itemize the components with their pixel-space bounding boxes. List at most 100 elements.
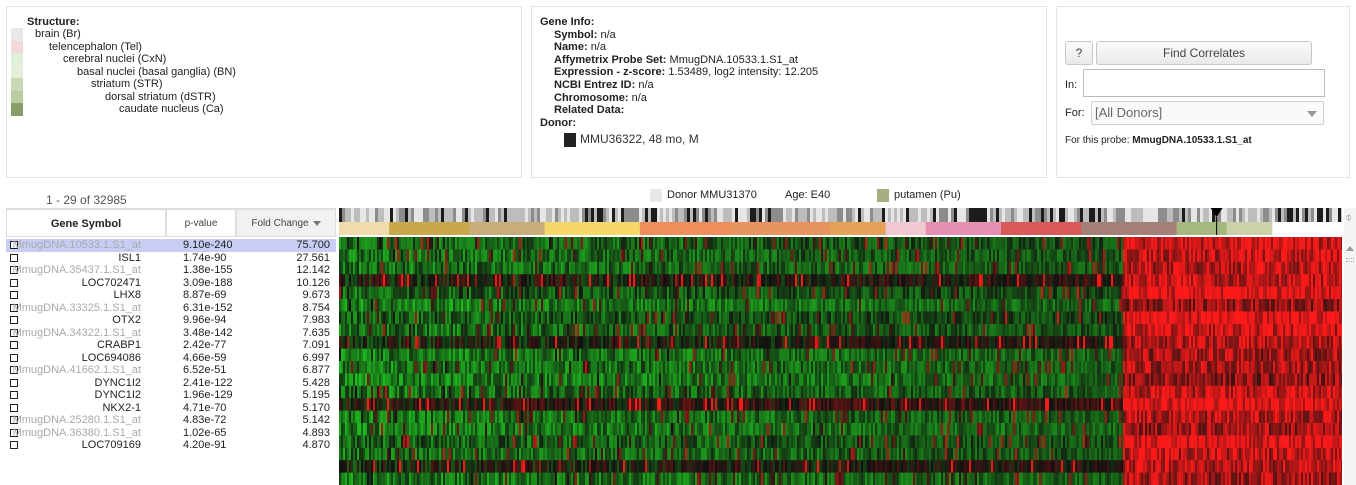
gene-symbol-cell[interactable]: LOC694086 xyxy=(82,352,141,365)
gene-symbol-cell[interactable]: LOC702471 xyxy=(82,277,141,290)
heatmap-cell xyxy=(465,323,467,337)
heatmap-cell xyxy=(1117,237,1119,250)
gene-symbol-cell[interactable]: LOC709169 xyxy=(82,439,141,452)
heatmap-cell xyxy=(359,249,361,263)
gene-symbol-cell[interactable]: OTX2 xyxy=(112,314,141,327)
row-checkbox[interactable] xyxy=(10,403,18,412)
donor-strip-cell xyxy=(1260,208,1263,222)
table-row[interactable]: MmugDNA.36380.1.S1_at 1.02e-65 4.893 xyxy=(6,427,336,440)
row-checkbox[interactable] xyxy=(10,353,18,362)
heatmap-cell xyxy=(1141,311,1143,325)
heatmap-cell xyxy=(461,336,463,349)
heatmap-cell xyxy=(1257,336,1259,349)
gene-symbol-cell[interactable]: NKX2-1 xyxy=(102,402,141,415)
heatmap-cell xyxy=(623,261,625,275)
find-correlates-button[interactable]: Find Correlates xyxy=(1096,41,1312,65)
in-structure-input[interactable] xyxy=(1083,69,1325,97)
table-row[interactable]: MmugDNA.33325.1.S1_at 6.31e-152 8.754 xyxy=(6,302,336,315)
table-row[interactable]: CRABP1 2.42e-77 7.091 xyxy=(6,339,336,352)
heatmap-cell xyxy=(1301,299,1303,312)
donor-strip-cell xyxy=(1140,208,1143,222)
row-checkbox[interactable] xyxy=(10,316,18,324)
gene-symbol-cell[interactable]: ISL1 xyxy=(118,252,141,265)
row-checkbox[interactable] xyxy=(10,278,18,287)
gene-symbol-cell[interactable]: MmugDNA.33325.1.S1_at xyxy=(13,302,141,315)
heatmap-cell xyxy=(943,274,945,287)
heatmap-cell xyxy=(1215,336,1217,349)
row-checkbox[interactable] xyxy=(10,378,18,387)
table-row[interactable]: MmugDNA.41662.1.S1_at 6.52e-51 6.877 xyxy=(6,364,336,377)
row-checkbox[interactable] xyxy=(10,291,18,299)
gene-symbol-cell[interactable]: LHX8 xyxy=(113,289,141,302)
heatmap-cell xyxy=(1023,336,1025,349)
heatmap-cell xyxy=(1097,299,1099,312)
col-gene-symbol[interactable]: Gene Symbol xyxy=(6,209,166,237)
heatmap-cell xyxy=(1185,286,1187,300)
heatmap-cell xyxy=(1163,261,1165,275)
gene-symbol-cell[interactable]: MmugDNA.10533.1.S1_at xyxy=(13,239,141,252)
heatmap-cell xyxy=(1111,336,1113,349)
help-button[interactable]: ? xyxy=(1065,41,1093,65)
table-row[interactable]: LOC709169 4.20e-91 4.870 xyxy=(6,439,336,452)
table-row[interactable]: LHX8 8.87e-69 9.673 xyxy=(6,289,336,302)
heatmap-cell xyxy=(1267,274,1269,287)
expression-heatmap[interactable] xyxy=(339,208,1344,485)
table-row[interactable]: MmugDNA.35437.1.S1_at 1.38e-155 12.142 xyxy=(6,264,336,277)
table-row[interactable]: DYNC1I2 1.96e-129 5.195 xyxy=(6,389,336,402)
heatmap-cell xyxy=(443,311,445,325)
heatmap-cell xyxy=(757,311,759,325)
col-fold-change[interactable]: Fold Change xyxy=(236,209,336,237)
heatmap-cell xyxy=(611,336,613,349)
gene-symbol-cell[interactable]: DYNC1I2 xyxy=(95,389,141,402)
heatmap-cell xyxy=(683,274,685,287)
row-checkbox[interactable] xyxy=(10,391,18,399)
heatmap-cell xyxy=(1295,336,1297,349)
heatmap-cell xyxy=(505,237,507,250)
gene-symbol-cell[interactable]: MmugDNA.25280.1.S1_at xyxy=(13,414,141,427)
heatmap-cell xyxy=(837,286,839,300)
row-checkbox[interactable] xyxy=(10,341,18,349)
donor-select[interactable]: [All Donors] xyxy=(1091,101,1324,125)
gene-symbol-cell[interactable]: DYNC1I2 xyxy=(95,377,141,390)
row-checkbox[interactable] xyxy=(10,441,18,449)
table-row[interactable]: MmugDNA.10533.1.S1_at 9.10e-240 75.700 xyxy=(6,239,336,252)
heatmap-cell xyxy=(913,299,915,312)
heatmap-cell xyxy=(985,286,987,300)
heatmap-cell xyxy=(859,299,861,312)
heatmap-cell xyxy=(1253,311,1255,325)
table-row[interactable]: NKX2-1 4.71e-70 5.170 xyxy=(6,402,336,415)
table-row[interactable]: LOC694086 4.66e-59 6.997 xyxy=(6,352,336,365)
table-row[interactable]: LOC702471 3.09e-188 10.126 xyxy=(6,277,336,290)
heatmap-cell xyxy=(1217,274,1219,287)
heatmap-cell xyxy=(621,336,623,349)
heatmap-cell xyxy=(469,286,471,300)
heatmap-cell xyxy=(573,274,575,287)
heatmap-cell xyxy=(1275,311,1277,325)
heatmap-cell xyxy=(1153,336,1155,349)
gene-symbol-cell[interactable]: MmugDNA.41662.1.S1_at xyxy=(13,364,141,377)
heatmap-cell xyxy=(1079,249,1081,263)
heatmap-cell xyxy=(465,336,467,349)
heatmap-cell xyxy=(907,274,909,287)
heatmap-cell xyxy=(841,299,843,312)
col-p-value[interactable]: p-value xyxy=(166,209,236,237)
gene-symbol-cell[interactable]: CRABP1 xyxy=(97,339,141,352)
table-row[interactable]: MmugDNA.34322.1.S1_at 3.48e-142 7.635 xyxy=(6,327,336,340)
heatmap-svg[interactable] xyxy=(339,208,1344,485)
table-row[interactable]: OTX2 9.96e-94 7.983 xyxy=(6,314,336,327)
table-row[interactable]: ISL1 1.74e-90 27.561 xyxy=(6,252,336,265)
heatmap-cell xyxy=(1305,249,1307,263)
table-row[interactable]: DYNC1I2 2.41e-122 5.428 xyxy=(6,377,336,390)
row-checkbox[interactable] xyxy=(10,253,18,262)
heatmap-cell xyxy=(449,274,451,287)
heatmap-cell xyxy=(957,323,959,337)
gene-symbol-cell[interactable]: MmugDNA.34322.1.S1_at xyxy=(13,327,141,340)
gene-symbol-cell[interactable]: MmugDNA.36380.1.S1_at xyxy=(13,427,141,440)
gene-symbol-cell[interactable]: MmugDNA.35437.1.S1_at xyxy=(13,264,141,277)
heatmap-cell xyxy=(1059,286,1061,300)
heatmap-cell xyxy=(1121,311,1123,325)
table-row[interactable]: MmugDNA.25280.1.S1_at 4.83e-72 5.142 xyxy=(6,414,336,427)
heatmap-cell xyxy=(499,237,501,250)
heatmap-cell xyxy=(1029,311,1031,325)
heatmap-cell xyxy=(1035,323,1037,337)
